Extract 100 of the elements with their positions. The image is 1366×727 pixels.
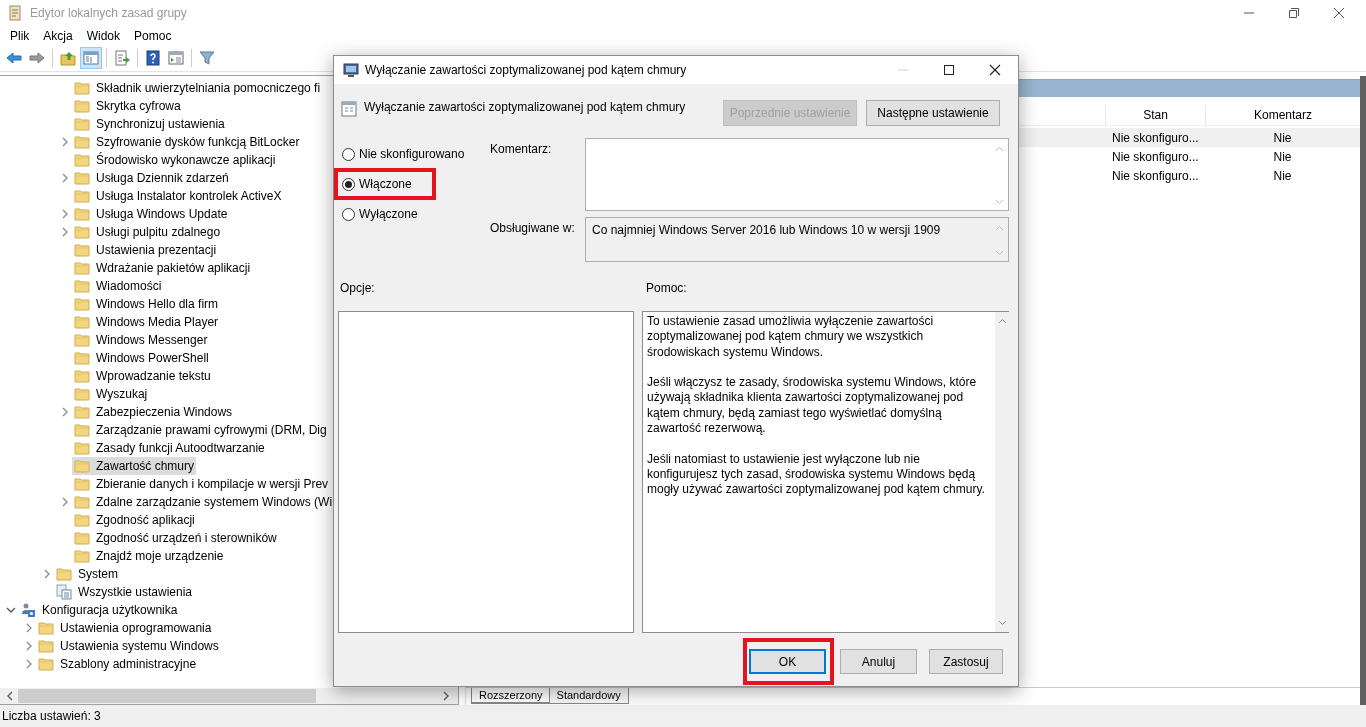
help-icon	[145, 50, 161, 66]
window-view-icon	[168, 50, 184, 66]
maximize-icon[interactable]	[943, 64, 955, 76]
folder-icon	[74, 98, 90, 114]
tree-item[interactable]: Składnik uwierzytelniania pomocniczego fi	[72, 79, 323, 97]
menu-item[interactable]: Widok	[79, 28, 128, 43]
tree-item[interactable]: Szyfrowanie dysków funkcją BitLocker	[72, 133, 302, 151]
expand-chevron-icon[interactable]	[24, 622, 34, 634]
tree-item[interactable]: Zasady funkcji Autoodtwarzanie	[72, 439, 267, 457]
dialog-button[interactable]: Zastosuj	[929, 649, 1003, 674]
tree-item[interactable]: Skrytka cyfrowa	[72, 97, 183, 115]
scroll-down-icon[interactable]	[995, 199, 1004, 205]
tree-item[interactable]: Zdalne zarządzanie systemem Windows (Wi	[72, 493, 335, 511]
folder-icon	[74, 188, 90, 204]
computer-icon	[343, 62, 359, 78]
tree-item[interactable]: Synchronizuj ustawienia	[72, 115, 227, 133]
tree-item[interactable]: Zgodność aplikacji	[72, 511, 197, 529]
menu-item[interactable]: Pomoc	[127, 28, 179, 43]
tree-item[interactable]: Wprowadzanie tekstu	[72, 367, 213, 385]
radio-label[interactable]: Nie skonfigurowano	[359, 147, 465, 161]
panel-icon	[83, 50, 99, 66]
help-paragraph: Jeśli włączysz te zasady, środowiska systemu Windows, które używają składnika klienta zawartości zoptymalizowanej pod kątem chmury, będą zamiast tego wyświetlać domyślną zawartość rezerwową.	[647, 375, 978, 437]
dialog-button[interactable]: Anuluj	[840, 649, 917, 674]
tree-item[interactable]: Zgodność urządzeń i sterowników	[72, 529, 279, 547]
tree-item[interactable]: Zabezpieczenia Windows	[72, 403, 235, 421]
status-text: Liczba ustawień: 3	[2, 709, 101, 723]
folder-arrow-icon	[60, 50, 76, 66]
folder-icon	[38, 620, 54, 636]
tree-item[interactable]: Windows Hello dla firm	[72, 295, 221, 313]
menu-item[interactable]: Plik	[3, 28, 37, 43]
expand-chevron-icon[interactable]	[60, 208, 70, 220]
scroll-up-icon[interactable]	[995, 146, 1004, 152]
tree-item[interactable]: System	[54, 565, 120, 583]
scroll-up-icon[interactable]	[997, 318, 1007, 324]
folder-icon	[74, 296, 90, 312]
tree-item[interactable]: Usługa Windows Update	[72, 205, 230, 223]
close-icon[interactable]	[1333, 7, 1345, 19]
tree-item[interactable]: Usługa Instalator kontrolek ActiveX	[72, 187, 284, 205]
tree-item[interactable]: Windows PowerShell	[72, 349, 211, 367]
expand-chevron-icon[interactable]	[60, 136, 70, 148]
expand-chevron-icon[interactable]	[60, 172, 70, 184]
folder-icon	[38, 656, 54, 672]
tree-item[interactable]: Windows Media Player	[72, 313, 221, 331]
tree-item[interactable]: Ustawienia prezentacji	[72, 241, 219, 259]
expand-chevron-icon[interactable]	[24, 640, 34, 652]
table-cell-text: Nie skonfiguro...	[1111, 130, 1200, 145]
tree-item[interactable]: Zarządzanie prawami cyfrowymi (DRM, Dig	[72, 421, 329, 439]
export-list-icon	[114, 50, 130, 66]
tree-item[interactable]: Usługa Dziennik zdarzeń	[72, 169, 231, 187]
tree-item[interactable]: Ustawienia oprogramowania	[36, 619, 214, 637]
scroll-down-icon[interactable]	[997, 620, 1007, 626]
table-cell-text: Nie	[1272, 130, 1293, 145]
tree-item[interactable]: Środowisko wykonawcze aplikacji	[72, 151, 278, 169]
close-icon[interactable]	[989, 64, 1001, 76]
folder-icon	[74, 350, 90, 366]
comment-field[interactable]	[585, 138, 1009, 211]
view-tab[interactable]: Rozszerzony	[471, 688, 551, 704]
scroll-left-icon[interactable]	[6, 691, 14, 701]
dialog-button[interactable]: OK	[749, 649, 826, 674]
column-header[interactable]: Stan	[1105, 105, 1205, 125]
menu-item[interactable]: Akcja	[36, 28, 80, 43]
table-cell-text: Nie	[1272, 149, 1293, 164]
tree-item[interactable]: Zbieranie danych i kompilacje w wersji Prev	[72, 475, 331, 493]
tree-item[interactable]: Wszystkie ustawienia	[54, 583, 195, 601]
tree-item[interactable]: Konfiguracja użytkownika	[18, 601, 180, 619]
expand-chevron-icon[interactable]	[60, 496, 70, 508]
tree-item[interactable]: Znajdź moje urządzenie	[72, 547, 226, 565]
scroll-thumb[interactable]	[18, 689, 316, 703]
tree-item[interactable]: Wdrażanie pakietów aplikacji	[72, 259, 253, 277]
tree-item[interactable]: Zawartość chmury	[72, 457, 197, 475]
expand-chevron-icon[interactable]	[24, 658, 34, 670]
folder-icon	[74, 458, 90, 474]
tree-item[interactable]: Szablony administracyjne	[36, 655, 199, 673]
radio-button[interactable]	[342, 147, 355, 161]
radio-label[interactable]: Włączone	[359, 177, 412, 191]
restore-icon[interactable]	[1288, 7, 1300, 19]
folder-icon	[74, 170, 90, 186]
horizontal-scrollbar[interactable]	[0, 688, 458, 704]
tree-item[interactable]: Wiadomości	[72, 277, 164, 295]
tree-item[interactable]: Wyszukaj	[72, 385, 150, 403]
users-icon	[20, 602, 36, 618]
tree-item[interactable]: Ustawienia systemu Windows	[36, 637, 221, 655]
scroll-right-icon[interactable]	[442, 691, 450, 701]
expand-chevron-icon[interactable]	[60, 226, 70, 238]
tree-item[interactable]: Windows Messenger	[72, 331, 210, 349]
folder-icon	[74, 278, 90, 294]
folder-icon	[74, 440, 90, 456]
radio-button[interactable]	[342, 177, 355, 191]
expand-chevron-icon[interactable]	[42, 568, 52, 580]
column-header[interactable]: Komentarz	[1205, 105, 1360, 125]
radio-label[interactable]: Wyłączone	[359, 207, 418, 221]
tree-item[interactable]: Usługi pulpitu zdalnego	[72, 223, 223, 241]
radio-button[interactable]	[342, 207, 355, 221]
nav-button[interactable]: Następne ustawienie	[866, 100, 1000, 126]
folder-icon	[74, 422, 90, 438]
folder-icon	[74, 476, 90, 492]
folder-icon	[56, 566, 72, 582]
folder-icon	[74, 260, 90, 276]
expand-chevron-icon[interactable]	[60, 406, 70, 418]
view-tab[interactable]: Standardowy	[548, 688, 629, 704]
